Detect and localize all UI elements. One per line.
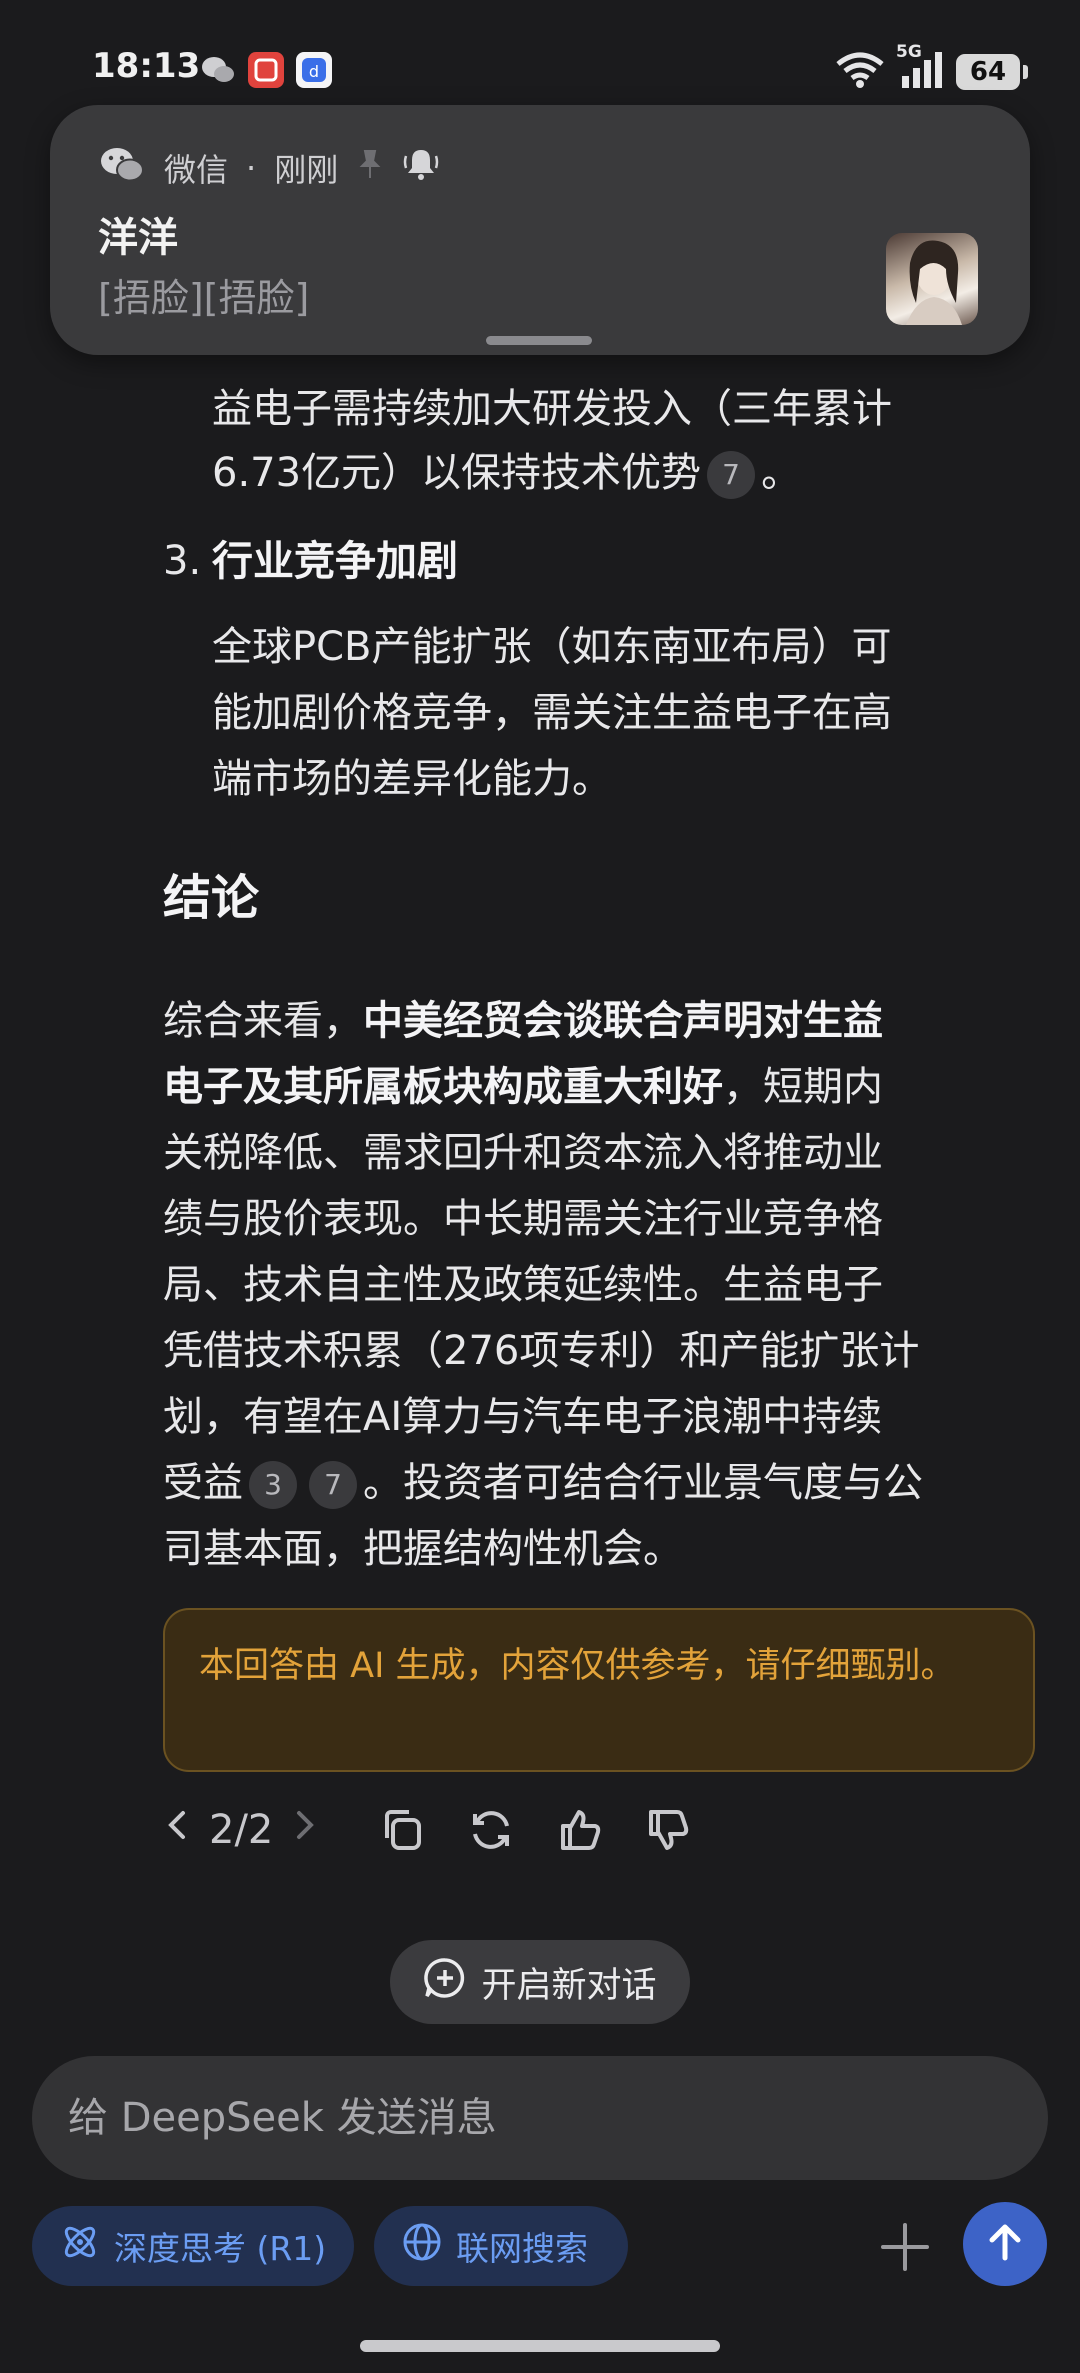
deep-think-toggle[interactable]: 深度思考 (R1) [32,2206,354,2286]
network-type: 5G [896,42,922,62]
notification-header: 微信 · 刚刚 [98,143,440,193]
para-line: 绩与股价表现。中长期需关注行业竞争格 [163,1196,883,1242]
notification-message: [捂脸][捂脸] [98,276,310,320]
notification-handle[interactable] [486,336,592,345]
new-chat-label: 开启新对话 [481,1965,657,2006]
new-chat-icon [423,1956,467,2009]
web-search-toggle[interactable]: 联网搜索 [374,2206,628,2286]
para-line: 端市场的差异化能力。 [212,756,612,802]
arrow-up-icon [981,2218,1029,2270]
para-bold: 电子及其所属板块构成重大利好 [163,1064,723,1110]
svg-text:d: d [309,62,319,81]
new-chat-button[interactable]: 开启新对话 [390,1940,690,2024]
battery-icon: 64 [956,54,1028,90]
app-blue-icon: d [296,52,332,88]
globe-icon [400,2220,444,2272]
para-line: 凭借技术积累（276项专利）和产能扩张计 [163,1328,920,1374]
citation-badge[interactable]: 7 [309,1461,357,1509]
ai-disclaimer-box: 本回答由 AI 生成，内容仅供参考，请仔细甄别。 [163,1608,1035,1772]
atom-icon [58,2220,102,2272]
thumbs-down-icon[interactable] [637,1800,697,1860]
notification-title: 洋洋 [98,215,178,261]
pin-icon [356,148,384,188]
wechat-status-icon [200,52,236,88]
notification-separator: · [246,149,257,187]
para-text: 6.73亿元）以保持技术优势 [212,450,702,496]
attach-plus-icon[interactable] [870,2212,940,2282]
cellular-signal-icon: 5G [896,42,944,94]
wechat-icon [98,143,146,193]
para-bold: 中美经贸会谈联合声明对生益 [363,998,883,1044]
message-composer[interactable] [32,2056,1048,2180]
notification-app: 微信 [164,151,229,189]
next-response-icon[interactable] [289,1805,319,1855]
message-input[interactable] [66,2086,970,2150]
response-pager: 2/2 [163,1805,319,1855]
app-red-icon [248,52,284,88]
para-text: 。投资者可结合行业景气度与公 [363,1460,923,1506]
citation-badge[interactable]: 7 [707,451,756,499]
para-line: 综合来看，中美经贸会谈联合声明对生益 [163,988,883,1054]
para-text: 受益 [163,1460,243,1506]
section-heading: 结论 [163,870,260,926]
list-number: 3. [163,538,202,584]
para-line: 受益 3 7 。投资者可结合行业景气度与公 [163,1450,923,1516]
para-text: 。 [761,450,802,496]
sender-avatar [886,233,978,325]
para-line: 能加剧价格竞争，需关注生益电子在高 [212,690,892,736]
para-line: 划，有望在AI算力与汽车电子浪潮中持续 [163,1394,883,1440]
response-actions: 2/2 [163,1795,697,1865]
bell-ringing-icon [402,146,440,190]
notification-time: 刚刚 [274,151,339,189]
para-line: 电子及其所属板块构成重大利好，短期内 [163,1054,883,1120]
deep-think-label: 深度思考 (R1) [114,2229,327,2268]
para-line: 全球PCB产能扩张（如东南亚布局）可 [212,624,892,670]
para-text: 综合来看， [163,998,363,1044]
regenerate-icon[interactable] [461,1800,521,1860]
para-line: 6.73亿元）以保持技术优势 7。 [212,440,801,506]
para-line: 关税降低、需求回升和资本流入将推动业 [163,1130,883,1176]
list-heading: 行业竞争加剧 [212,537,458,585]
home-indicator[interactable] [360,2340,720,2352]
ai-disclaimer-text: 本回答由 AI 生成，内容仅供参考，请仔细甄别。 [199,1646,956,1686]
pager-count: 2/2 [209,1807,274,1853]
copy-icon[interactable] [373,1800,433,1860]
para-line: 司基本面，把握结构性机会。 [163,1526,683,1572]
status-time: 18:13 [92,46,201,86]
prev-response-icon[interactable] [163,1805,193,1855]
wechat-notification[interactable]: 微信 · 刚刚 洋洋 [捂脸][捂脸] [50,105,1030,355]
citation-badge[interactable]: 3 [249,1461,297,1509]
para-line: 局、技术自主性及政策延续性。生益电子 [163,1262,883,1308]
thumbs-up-icon[interactable] [549,1800,609,1860]
status-right-group: 5G 64 [834,42,1028,94]
web-search-label: 联网搜索 [456,2229,588,2268]
send-button[interactable] [963,2202,1047,2286]
para-text: ，短期内 [723,1064,883,1110]
para-line: 益电子需持续加大研发投入（三年累计 [212,386,892,432]
wifi-icon [834,50,886,94]
